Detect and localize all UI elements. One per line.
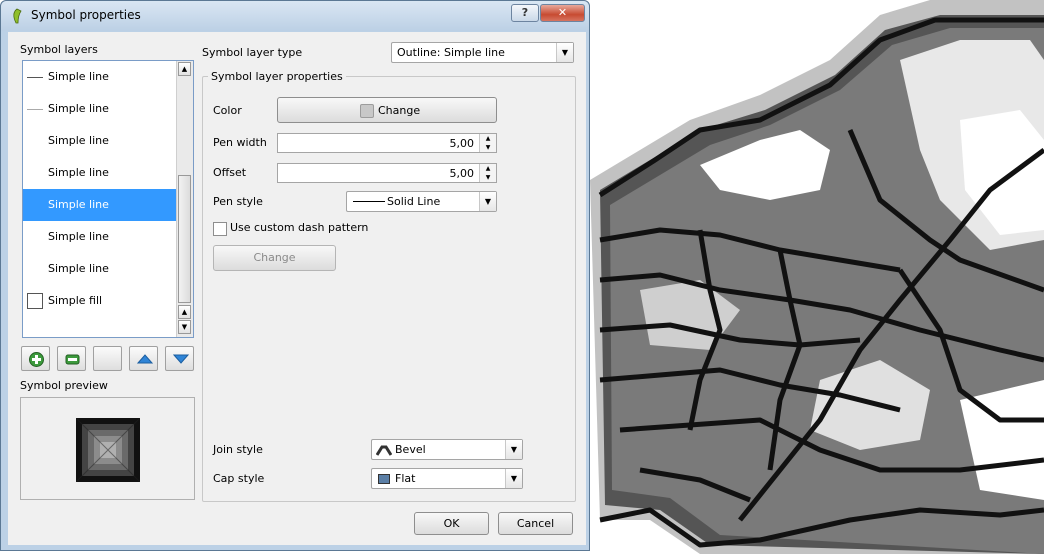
arrow-up-icon xyxy=(137,354,153,364)
flat-cap-icon xyxy=(378,474,390,484)
symbol-layer-type-select[interactable]: Outline: Simple line ▼ xyxy=(391,42,574,63)
color-swatch-icon xyxy=(360,104,374,118)
pen-width-spinbox[interactable]: 5,00 ▲ ▼ xyxy=(277,133,497,153)
select-value: Flat xyxy=(395,472,416,485)
decrement-icon[interactable]: ▼ xyxy=(480,173,496,182)
title-bar[interactable]: Symbol properties ? ✕ xyxy=(1,1,589,31)
scroll-down-icon[interactable]: ▼ xyxy=(178,320,191,334)
help-button[interactable]: ? xyxy=(511,4,539,22)
close-button[interactable]: ✕ xyxy=(540,4,585,22)
move-up-button[interactable] xyxy=(129,346,158,371)
cap-style-label: Cap style xyxy=(213,472,265,485)
decrement-icon[interactable]: ▼ xyxy=(480,143,496,152)
pen-style-label: Pen style xyxy=(213,195,263,208)
spin-value: 5,00 xyxy=(449,137,475,150)
offset-label: Offset xyxy=(213,166,247,179)
lock-layer-button[interactable] xyxy=(93,346,122,371)
minus-icon xyxy=(65,354,80,365)
layer-label: Simple line xyxy=(48,134,109,147)
symbol-preview-label: Symbol preview xyxy=(20,379,108,392)
symbol-preview xyxy=(20,397,195,500)
offset-spinbox[interactable]: 5,00 ▲ ▼ xyxy=(277,163,497,183)
layer-label: Simple line xyxy=(48,262,109,275)
list-item[interactable]: Simple line xyxy=(23,221,177,253)
remove-layer-button[interactable] xyxy=(57,346,86,371)
join-style-select[interactable]: Bevel ▼ xyxy=(371,439,523,460)
select-value: Outline: Simple line xyxy=(397,46,505,59)
list-item[interactable]: Simple line xyxy=(23,61,177,93)
qgis-logo-icon xyxy=(13,8,22,24)
layer-label: Simple line xyxy=(48,230,109,243)
list-item[interactable]: Simple line xyxy=(23,93,177,125)
symbol-layer-list[interactable]: Simple line Simple line Simple line Simp… xyxy=(22,60,194,338)
spin-value: 5,00 xyxy=(449,167,475,180)
select-value: Bevel xyxy=(395,443,426,456)
cap-style-select[interactable]: Flat ▼ xyxy=(371,468,523,489)
ok-button[interactable]: OK xyxy=(414,512,489,535)
chevron-down-icon: ▼ xyxy=(556,43,573,62)
color-change-button[interactable]: Change xyxy=(277,97,497,123)
increment-icon[interactable]: ▲ xyxy=(480,134,496,143)
solid-line-icon xyxy=(353,201,385,202)
select-value: Solid Line xyxy=(387,195,441,208)
pen-width-label: Pen width xyxy=(213,136,267,149)
pen-style-select[interactable]: Solid Line ▼ xyxy=(346,191,497,212)
preview-square-icon xyxy=(76,418,140,482)
list-item-selected[interactable]: Simple line xyxy=(23,189,177,221)
line-swatch-icon xyxy=(27,77,43,78)
layer-label: Simple line xyxy=(48,102,109,115)
symbol-layers-label: Symbol layers xyxy=(20,43,98,56)
cancel-button[interactable]: Cancel xyxy=(498,512,573,535)
arrow-down-icon xyxy=(173,354,189,364)
layer-label: Simple line xyxy=(48,198,109,211)
bevel-join-icon xyxy=(376,445,392,456)
line-swatch-icon xyxy=(27,109,43,110)
list-item[interactable]: Simple line xyxy=(23,125,177,157)
fill-swatch-icon xyxy=(27,293,43,309)
list-item[interactable]: Simple line xyxy=(23,253,177,285)
join-style-label: Join style xyxy=(213,443,263,456)
symbol-properties-dialog: Symbol properties ? ✕ Symbol layers Simp… xyxy=(0,0,590,551)
dialog-body: Symbol layers Simple line Simple line Si… xyxy=(8,32,586,545)
list-item[interactable]: Simple fill xyxy=(23,285,177,317)
chevron-down-icon: ▼ xyxy=(479,192,496,211)
layer-label: Simple line xyxy=(48,70,109,83)
layer-list-scrollbar[interactable]: ▲ ▲ ▼ xyxy=(176,61,193,337)
layer-label: Simple line xyxy=(48,166,109,179)
dash-pattern-change-button[interactable]: Change xyxy=(213,245,336,271)
group-title: Symbol layer properties xyxy=(208,70,346,83)
layer-label: Simple fill xyxy=(48,294,103,307)
scroll-up-icon[interactable]: ▲ xyxy=(178,62,191,76)
symbol-layer-type-label: Symbol layer type xyxy=(202,46,303,59)
plus-icon xyxy=(29,352,44,367)
custom-dash-label: Use custom dash pattern xyxy=(230,221,369,234)
window-title: Symbol properties xyxy=(31,8,141,22)
chevron-down-icon: ▼ xyxy=(505,440,522,459)
scroll-thumb[interactable] xyxy=(178,175,191,303)
color-label: Color xyxy=(213,104,242,117)
increment-icon[interactable]: ▲ xyxy=(480,164,496,173)
chevron-down-icon: ▼ xyxy=(505,469,522,488)
scroll-up-icon[interactable]: ▲ xyxy=(178,305,191,319)
button-label: Change xyxy=(378,104,421,117)
list-item[interactable]: Simple line xyxy=(23,157,177,189)
move-down-button[interactable] xyxy=(165,346,194,371)
add-layer-button[interactable] xyxy=(21,346,50,371)
custom-dash-checkbox[interactable] xyxy=(213,222,227,236)
